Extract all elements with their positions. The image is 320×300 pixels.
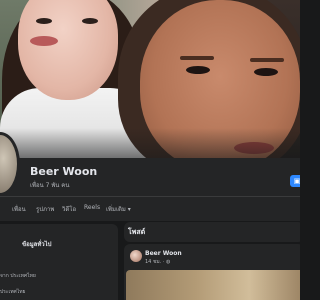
cover-person-right-brow [250, 58, 284, 62]
posts-header-card [124, 222, 300, 242]
tab-videos[interactable]: วิดีโอ [62, 204, 76, 214]
tab-more[interactable]: เพิ่มเติม ▾ [106, 204, 131, 214]
posts-header: โพสต์ [128, 228, 146, 236]
tab-reels[interactable]: Reels [84, 204, 100, 211]
profile-name[interactable]: Beer Woon [30, 165, 97, 178]
profile-page: Beer Woon เพื่อน 7 พัน คน ▣ เพื่อน รูปภา… [0, 0, 300, 300]
post-image[interactable] [126, 270, 300, 300]
cover-person-right-eye [254, 68, 278, 76]
tab-friends[interactable]: เพื่อน [12, 204, 26, 214]
tab-photos[interactable]: รูปภาพ [36, 204, 54, 214]
cover-fade [0, 128, 300, 158]
intro-item: ประเทศไทย [0, 289, 26, 295]
post-author-avatar[interactable] [130, 250, 142, 262]
intro-title: ข้อมูลทั่วไป [22, 241, 52, 248]
cover-person-left-eye [82, 18, 98, 24]
cover-person-right-eye [186, 66, 210, 74]
camera-icon[interactable]: ▣ [290, 175, 300, 187]
cover-person-right-brow [180, 56, 214, 60]
friends-count[interactable]: เพื่อน 7 พัน คน [30, 180, 69, 190]
post-author[interactable]: Beer Woon [145, 250, 182, 257]
cover-photo[interactable] [0, 0, 300, 158]
cover-person-left-eye [36, 18, 52, 24]
cover-person-left-lips [30, 36, 58, 46]
intro-item: จาก ประเทศไทย [0, 273, 36, 279]
post-timestamp[interactable]: 14 ชม. · ◍ [145, 258, 170, 266]
